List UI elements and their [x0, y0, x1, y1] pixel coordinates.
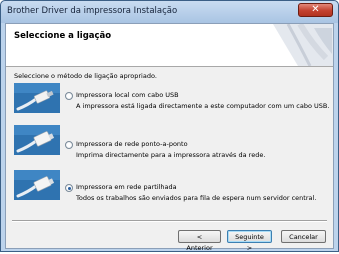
page-title: Seleccione a ligação	[14, 31, 112, 41]
header-decoration-icon	[273, 24, 333, 66]
usb-cable-icon	[14, 83, 60, 113]
option-label[interactable]: Impressora de rede ponto-a-ponto	[76, 140, 188, 148]
window-title: Brother Driver da impressora Instalação	[7, 6, 178, 16]
title-bar: Brother Driver da impressora Instalação …	[1, 1, 338, 23]
dialog-body: Seleccione a ligação Seleccione o método…	[5, 23, 334, 252]
option-description: Todos os trabalhos são enviados para fil…	[76, 194, 317, 202]
button-separator	[12, 220, 327, 222]
network-cable-icon	[14, 170, 60, 200]
option-label[interactable]: Impressora local com cabo USB	[76, 91, 179, 99]
back-button[interactable]: < Anterior	[178, 230, 221, 252]
instruction-text: Seleccione o método de ligação apropriad…	[14, 72, 157, 80]
option-description: A impressora está ligada directamente a …	[76, 102, 330, 110]
wizard-header: Seleccione a ligação	[6, 24, 333, 67]
option-label[interactable]: Impressora em rede partilhada	[76, 183, 177, 191]
usb-option-radio[interactable]	[65, 92, 73, 100]
shared-network-option-radio[interactable]	[65, 184, 73, 192]
option-description: Imprima directamente para a impressora a…	[76, 151, 266, 159]
peer-to-peer-option-radio[interactable]	[65, 141, 73, 149]
next-button[interactable]: Seguinte >	[227, 230, 272, 252]
cancel-button[interactable]: Cancelar	[281, 230, 326, 243]
network-cable-icon	[14, 125, 60, 155]
close-button[interactable]: ✕	[298, 3, 333, 17]
installer-window: Brother Driver da impressora Instalação …	[0, 0, 339, 252]
